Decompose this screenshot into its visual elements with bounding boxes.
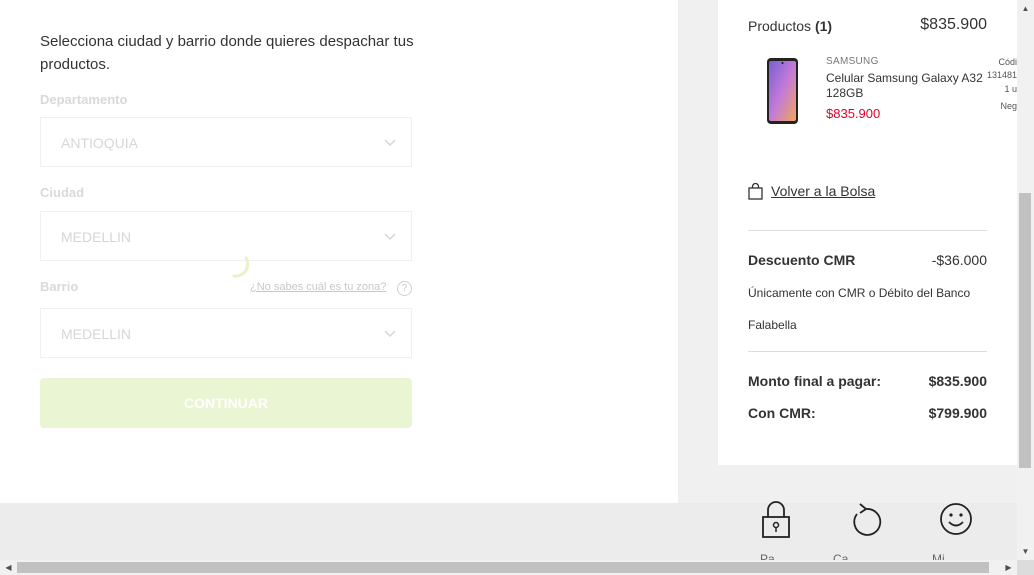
back-to-bag-label: Volver a la Bolsa — [771, 183, 876, 199]
product-code-value: 131481 — [986, 70, 1017, 80]
refresh-caption: Ca — [833, 552, 849, 560]
scroll-left-arrow-icon[interactable]: ◀ — [0, 560, 17, 575]
shopping-bag-icon — [748, 183, 763, 200]
neighborhood-label: Barrio — [40, 279, 79, 294]
smile-caption: Mi — [932, 552, 945, 560]
zone-help-link[interactable]: ¿No sabes cuál es tu zona? — [250, 281, 386, 293]
city-label: Ciudad — [40, 185, 85, 200]
city-value: MEDELLIN — [61, 229, 132, 245]
chevron-down-icon — [384, 233, 396, 241]
divider — [748, 230, 987, 231]
cmr-amount-label: Con CMR: — [748, 405, 816, 421]
scrollbar-corner — [1017, 560, 1034, 575]
discount-note: Únicamente con CMR o Débito del Banco Fa… — [748, 286, 971, 332]
department-select[interactable]: ANTIOQUIA — [40, 117, 412, 167]
product-color: Neg — [1000, 101, 1017, 111]
neighborhood-value: MEDELLIN — [61, 326, 132, 342]
vertical-scrollbar[interactable]: ▲ ▼ — [1017, 0, 1034, 560]
shipping-instructions: Selecciona ciudad y barrio donde quieres… — [40, 33, 414, 73]
department-label: Departamento — [40, 92, 128, 107]
lock-caption: Pa — [760, 552, 775, 560]
divider — [748, 351, 987, 352]
scroll-right-arrow-icon[interactable]: ▶ — [1000, 560, 1017, 575]
product-brand: SAMSUNG — [826, 56, 879, 67]
products-heading: Productos (1) — [748, 18, 832, 34]
scroll-down-arrow-icon[interactable]: ▼ — [1017, 543, 1034, 560]
department-value: ANTIOQUIA — [61, 135, 139, 151]
chevron-down-icon — [384, 139, 396, 147]
horizontal-scrollbar[interactable]: ◀ ▶ — [0, 560, 1017, 575]
order-summary: Productos (1) $835.900 SAMSUNG Celular S… — [718, 0, 1017, 465]
refresh-icon[interactable] — [848, 500, 884, 540]
city-select[interactable]: MEDELLIN — [40, 211, 412, 261]
chevron-down-icon — [384, 330, 396, 338]
final-amount-value: $835.900 — [928, 373, 987, 389]
products-total: $835.900 — [920, 16, 987, 33]
products-label: Productos — [748, 18, 812, 34]
scroll-up-arrow-icon[interactable]: ▲ — [1017, 0, 1034, 17]
product-quantity: 1 u — [1004, 84, 1017, 94]
continue-button[interactable]: CONTINUAR — [40, 378, 412, 428]
products-count: (1) — [814, 18, 833, 34]
product-price: $835.900 — [826, 106, 881, 121]
final-amount-label: Monto final a pagar: — [748, 373, 881, 389]
vertical-scroll-thumb[interactable] — [1019, 193, 1031, 468]
back-to-bag-link[interactable]: Volver a la Bolsa — [748, 183, 875, 200]
horizontal-scroll-thumb[interactable] — [17, 562, 989, 573]
loading-spinner-icon — [232, 256, 250, 278]
smile-icon[interactable] — [938, 500, 974, 540]
discount-label: Descuento CMR — [748, 252, 856, 268]
product-name: Celular Samsung Galaxy A32 128GB — [826, 71, 983, 100]
cmr-amount-value: $799.900 — [928, 405, 987, 421]
discount-value: -$36.000 — [931, 252, 987, 268]
product-code-label: Códi — [998, 57, 1017, 67]
help-icon[interactable]: ? — [397, 281, 412, 296]
neighborhood-select[interactable]: MEDELLIN — [40, 308, 412, 358]
lock-icon[interactable] — [758, 500, 794, 540]
product-image — [767, 58, 798, 124]
